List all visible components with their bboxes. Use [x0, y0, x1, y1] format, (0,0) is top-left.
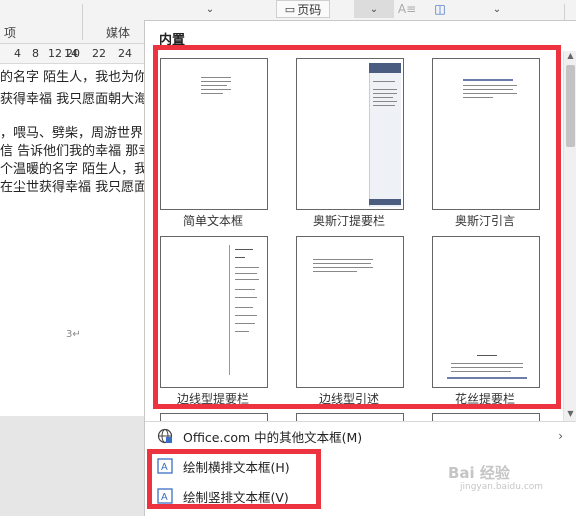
ruler-tick: 12 [48, 47, 62, 60]
chevron-right-icon: › [558, 429, 563, 443]
more-text-boxes-label: Office.com 中的其他文本框(M) [183, 429, 363, 445]
horizontal-ruler: 4 8 12 14 18 20 22 24 [0, 44, 144, 64]
doc-text-line: 信 告诉他们我的幸福 那幸 [0, 144, 152, 159]
text-box-gallery-panel: 内置 简单文本框 奥斯汀提要栏 奥斯汀引言 边线型提要栏 边线型引述 花丝提要栏… [144, 20, 576, 516]
doc-text-line: 获得幸福 我只愿面朝大海， [0, 92, 161, 107]
page-number-value: 3 [66, 329, 73, 340]
doc-text-line: 个温暖的名字 陌生人，我 [0, 162, 148, 177]
chevron-down-icon: ⌄ [369, 3, 379, 15]
ruler-tick: 4 [14, 47, 21, 60]
scroll-thumb[interactable] [566, 65, 575, 147]
template-partial[interactable] [432, 413, 540, 421]
ruler-tick: 8 [32, 47, 39, 60]
doc-text-line: 在尘世获得幸福 我只愿面 [0, 180, 148, 195]
template-partial[interactable] [160, 413, 268, 421]
text-box-dropdown-button[interactable]: ⌄ [354, 0, 394, 18]
ribbon-separator [82, 4, 83, 40]
scroll-down-icon[interactable]: ▼ [564, 409, 576, 418]
ruler-tick: 20 [66, 47, 80, 60]
watermark-site: jingyan.baidu.com [460, 482, 544, 492]
ruler-tick: 22 [92, 47, 106, 60]
page-number: 3↵ [66, 329, 81, 340]
highlight-box [147, 449, 321, 509]
page-number-icon: ▭ [284, 2, 296, 16]
scroll-up-icon[interactable]: ▲ [564, 51, 576, 60]
ribbon-group-label: 项 [4, 26, 17, 40]
document-page[interactable]: 的名字 陌生人，我也为你 获得幸福 我只愿面朝大海， ，喂马、劈柴，周游世界 从… [0, 64, 160, 416]
more-text-boxes-item[interactable]: Office.com 中的其他文本框(M) › [145, 423, 576, 449]
menu-separator [145, 421, 576, 422]
page-number-button[interactable]: ▭ 页码 [276, 0, 330, 18]
doc-text-line: 的名字 陌生人，我也为你 [0, 70, 148, 85]
baidu-watermark: Bai 经验 [448, 464, 510, 482]
object-icon[interactable]: ◫ [432, 0, 448, 18]
ruler-tick: 24 [118, 47, 132, 60]
gallery-scrollbar[interactable]: ▲ ▼ [563, 51, 576, 421]
chevron-down-icon[interactable]: ⌄ [200, 0, 220, 18]
globe-icon [157, 428, 173, 444]
document-gap [0, 416, 144, 516]
highlight-box [153, 45, 561, 409]
doc-text-line: ，喂马、劈柴，周游世界 从 [0, 126, 161, 141]
page-number-label: 页码 [297, 2, 322, 17]
chevron-down-icon[interactable]: ⌄ [488, 0, 506, 18]
wordart-icon[interactable]: A≡ [398, 0, 416, 18]
template-partial[interactable] [296, 413, 404, 421]
ribbon-group-media-label: 媒体 [106, 26, 131, 40]
